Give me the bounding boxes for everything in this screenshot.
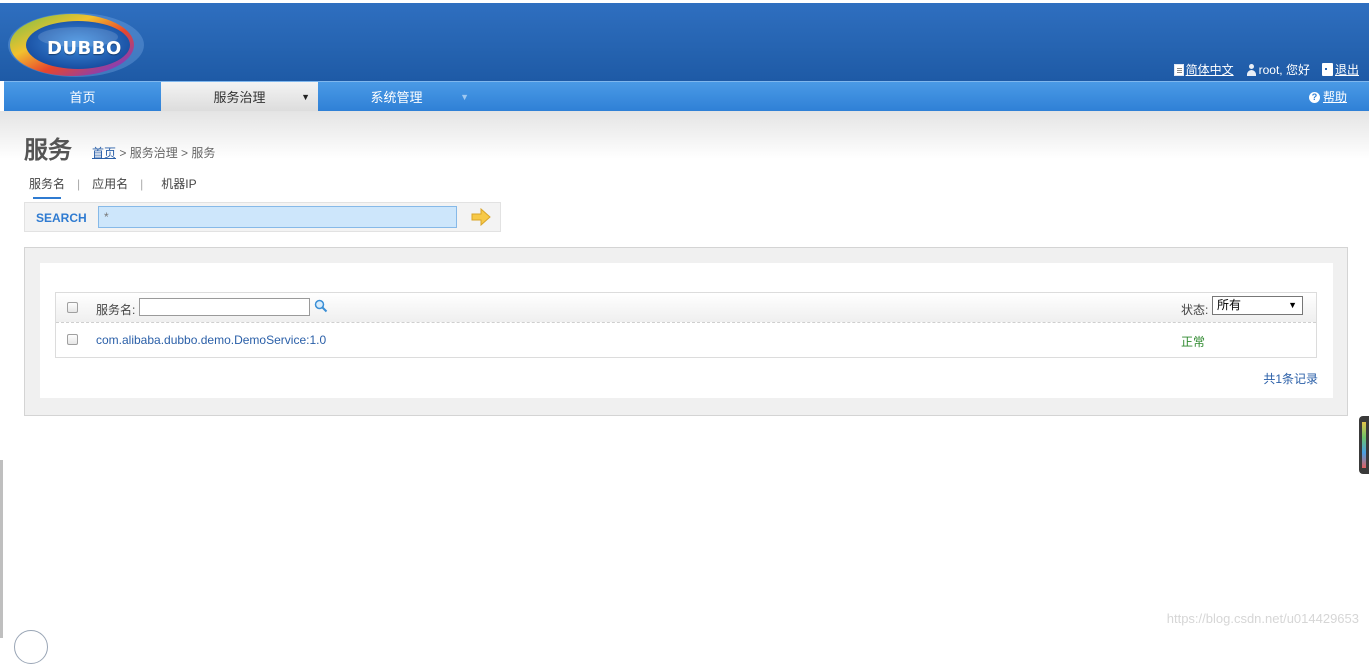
watermark: https://blog.csdn.net/u014429653 [1166,611,1359,626]
table-header: 服务名: 状态: 所有 ▼ [56,293,1316,323]
search-input[interactable] [98,206,457,228]
logout-label: 退出 [1334,63,1359,77]
service-link[interactable]: com.alibaba.dubbo.demo.DemoService:1.0 [96,333,326,347]
search-label: SEARCH [36,211,87,225]
breadcrumb-home[interactable]: 首页 [92,146,116,160]
results-inner: 服务名: 状态: 所有 ▼ com.alibaba.dubbo.demo.Dem… [40,263,1333,398]
select-all-checkbox[interactable] [67,302,78,313]
language-label: 简体中文 [1185,63,1234,77]
user-greeting: root, 您好 [1246,61,1310,78]
status-filter-select[interactable]: 所有 ▼ [1212,296,1303,315]
status-filter-value: 所有 [1217,298,1242,312]
bottom-circle-icon[interactable] [14,630,48,664]
page-title: 服务 [24,137,72,164]
nav-item-service-governance[interactable]: 服务治理 ▼ [161,82,318,112]
search-submit-button[interactable] [471,207,491,227]
tab-separator: | [77,176,81,191]
results-panel: 服务名: 状态: 所有 ▼ com.alibaba.dubbo.demo.Dem… [24,247,1348,416]
help-label: 帮助 [1322,89,1347,104]
record-count: 共1条记录 [1263,372,1318,386]
service-name-filter-input[interactable] [139,298,310,316]
help-icon: ? [1308,91,1320,103]
tab-machine-ip[interactable]: 机器IP [161,175,196,192]
breadcrumb-trail: > 服务治理 > 服务 [116,146,216,160]
dubbo-logo[interactable]: DUBBO [6,7,148,79]
side-widget[interactable] [1359,416,1369,474]
logout-icon [1321,63,1333,76]
breadcrumb: 首页 > 服务治理 > 服务 [92,144,215,161]
chevron-down-icon: ▼ [460,92,469,102]
logout-link[interactable]: 退出 [1321,61,1359,78]
table-row: com.alibaba.dubbo.demo.DemoService:1.0 正… [56,323,1316,357]
row-checkbox[interactable] [67,334,78,345]
nav-item-label: 首页 [69,90,96,105]
arrow-right-icon [471,207,491,227]
tab-separator: | [140,176,144,191]
filter-search-button[interactable] [314,299,328,313]
tab-application-name[interactable]: 应用名 [92,175,128,192]
left-edge [0,460,3,638]
logo-text: DUBBO [47,38,122,59]
services-table: 服务名: 状态: 所有 ▼ com.alibaba.dubbo.demo.Dem… [55,292,1317,358]
tab-service-name[interactable]: 服务名 [29,175,65,199]
search-tabs: 服务名 | 应用名 | 机器IP [29,175,197,199]
nav-item-label: 系统管理 [370,90,423,105]
search-bar: SEARCH [24,202,501,232]
document-icon [1173,63,1184,76]
user-icon [1246,63,1257,76]
chevron-down-icon: ▼ [301,92,310,102]
user-label: root, 您好 [1258,63,1310,77]
chevron-down-icon: ▼ [1288,300,1297,310]
service-status: 正常 [1181,335,1206,349]
nav-item-label: 服务治理 [213,90,266,105]
language-link[interactable]: 简体中文 [1173,61,1234,78]
nav-item-home[interactable]: 首页 [4,82,161,112]
search-icon [314,299,328,313]
main-nav: 首页 服务治理 ▼ 系统管理 ▼ ? 帮助 [4,81,1369,112]
status-filter-label: 状态: [1181,303,1209,317]
app-header: DUBBO 简体中文 root, 您好 退出 [0,0,1369,81]
top-links: 简体中文 root, 您好 退出 [1173,61,1359,78]
service-name-filter-label: 服务名: [96,303,136,317]
help-link[interactable]: ? 帮助 [1308,82,1347,112]
nav-item-system-management[interactable]: 系统管理 ▼ [318,82,475,112]
